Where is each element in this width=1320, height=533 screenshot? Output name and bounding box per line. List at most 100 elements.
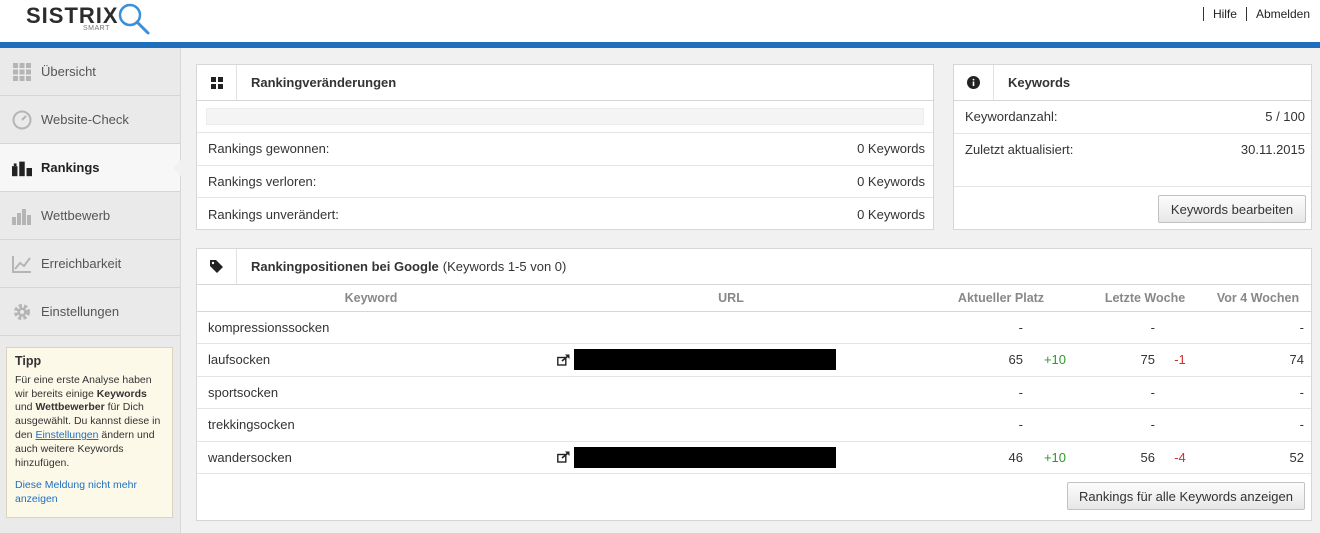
logout-link[interactable]: Abmelden bbox=[1256, 7, 1310, 21]
column-header-current-position[interactable]: Aktueller Platz bbox=[917, 285, 1085, 312]
four-weeks-cell: 52 bbox=[1205, 441, 1311, 474]
last-updated-row: Zuletzt aktualisiert: 30.11.2015 bbox=[965, 142, 1305, 158]
show-all-rankings-button[interactable]: Rankings für alle Keywords anzeigen bbox=[1067, 482, 1305, 510]
last-week-cell: - bbox=[1085, 376, 1155, 409]
table-row: sportsocken - - - bbox=[197, 376, 1311, 409]
current-position-cell: - bbox=[917, 408, 1025, 442]
last-week-cell: 56 bbox=[1085, 441, 1155, 474]
accent-bar bbox=[0, 42, 1320, 48]
panel-header: Keywords bbox=[954, 65, 1311, 101]
redacted-url[interactable] bbox=[574, 446, 836, 468]
sidebar-item-label: Einstellungen bbox=[41, 304, 120, 319]
sidebar: Übersicht Website-Check Rankings Wettbew… bbox=[0, 48, 181, 533]
logo-subtext: SMART bbox=[83, 25, 110, 32]
current-change-cell bbox=[1025, 311, 1085, 344]
panel-title: Rankingpositionen bei Google bbox=[251, 259, 439, 274]
last-week-cell: - bbox=[1085, 311, 1155, 344]
sidebar-item-label: Wettbewerb bbox=[41, 208, 111, 223]
settings-link[interactable]: Einstellungen bbox=[35, 429, 98, 441]
keyword-count-row: Keywordanzahl: 5 / 100 bbox=[954, 101, 1311, 134]
keyword-cell: sportsocken bbox=[197, 376, 545, 409]
dismiss-tip-link[interactable]: Diese Meldung nicht mehr anzeigen bbox=[15, 479, 164, 507]
sidebar-item-erreichbarkeit[interactable]: Erreichbarkeit bbox=[0, 240, 180, 288]
keyword-cell: kompressionssocken bbox=[197, 311, 545, 344]
bar-chart-icon bbox=[12, 206, 32, 226]
ranking-change-row: Rankings unverändert: 0 Keywords bbox=[208, 206, 925, 222]
rankings-table: Keyword URL Aktueller Platz Letzte Woche… bbox=[197, 285, 1311, 474]
tag-icon bbox=[197, 249, 237, 284]
table-row: kompressionssocken - - - bbox=[197, 311, 1311, 344]
url-cell bbox=[545, 343, 917, 377]
last-week-change-cell bbox=[1155, 311, 1205, 344]
ranking-changes-panel: Rankingveränderungen Rankings gewonnen: 0… bbox=[196, 64, 934, 230]
panel-header: Rankingpositionen bei Google (Keywords 1… bbox=[197, 249, 1311, 285]
sidebar-item-rankings[interactable]: Rankings bbox=[0, 144, 181, 192]
sidebar-item-label: Übersicht bbox=[41, 64, 96, 79]
rankings-icon bbox=[12, 158, 32, 178]
four-weeks-cell: - bbox=[1205, 376, 1311, 409]
gear-icon bbox=[12, 302, 32, 322]
current-position-cell: - bbox=[917, 311, 1025, 344]
current-position-cell: 46 bbox=[917, 441, 1025, 474]
ranking-change-row: Rankings verloren: 0 Keywords bbox=[197, 166, 933, 198]
gauge-icon bbox=[12, 110, 32, 130]
sidebar-item-einstellungen[interactable]: Einstellungen bbox=[0, 288, 180, 336]
sidebar-item-website-check[interactable]: Website-Check bbox=[0, 96, 180, 144]
four-weeks-cell: - bbox=[1205, 311, 1311, 344]
last-week-change-cell: -1 bbox=[1155, 343, 1205, 377]
panel-title: Rankingveränderungen bbox=[251, 75, 397, 90]
current-position-cell: 65 bbox=[917, 343, 1025, 377]
column-header-url[interactable]: URL bbox=[545, 285, 917, 312]
last-week-change-cell bbox=[1155, 408, 1205, 442]
current-change-cell: +10 bbox=[1025, 343, 1085, 377]
url-cell bbox=[545, 408, 917, 442]
ranking-positions-panel: Rankingpositionen bei Google (Keywords 1… bbox=[196, 248, 1312, 521]
keywords-panel: Keywords Keywordanzahl: 5 / 100 Zuletzt a… bbox=[953, 64, 1312, 230]
tip-text: Für eine erste Analyse haben wir bereits… bbox=[15, 373, 161, 469]
keyword-cell: trekkingsocken bbox=[197, 408, 545, 442]
table-row: laufsocken 65 +10 75 -1 74 bbox=[197, 343, 1311, 377]
sidebar-item-label: Erreichbarkeit bbox=[41, 256, 122, 271]
table-row: wandersocken 46 +10 56 -4 52 bbox=[197, 441, 1311, 474]
four-weeks-cell: 74 bbox=[1205, 343, 1311, 377]
line-chart-icon bbox=[12, 254, 32, 274]
last-week-cell: 75 bbox=[1085, 343, 1155, 377]
column-header-four-weeks-ago[interactable]: Vor 4 Wochen bbox=[1205, 285, 1311, 312]
sidebar-item-wettbewerb[interactable]: Wettbewerb bbox=[0, 192, 180, 240]
table-row: trekkingsocken - - - bbox=[197, 408, 1311, 442]
url-cell bbox=[545, 311, 917, 344]
tip-title: Tipp bbox=[15, 354, 42, 368]
url-cell bbox=[545, 441, 917, 474]
edit-keywords-button[interactable]: Keywords bearbeiten bbox=[1158, 195, 1306, 223]
last-week-cell: - bbox=[1085, 408, 1155, 442]
column-header-keyword[interactable]: Keyword bbox=[197, 285, 545, 312]
column-header-last-week[interactable]: Letzte Woche bbox=[1085, 285, 1205, 312]
info-icon bbox=[954, 65, 994, 100]
grid-icon bbox=[12, 62, 32, 82]
external-link-icon[interactable] bbox=[557, 451, 570, 463]
current-position-cell: - bbox=[917, 376, 1025, 409]
current-change-cell bbox=[1025, 408, 1085, 442]
dashboard-icon bbox=[197, 65, 237, 100]
progress-bar bbox=[206, 108, 924, 125]
tip-box: Tipp Für eine erste Analyse haben wir be… bbox=[6, 347, 173, 518]
panel-header: Rankingveränderungen bbox=[197, 65, 933, 101]
redacted-url[interactable] bbox=[574, 349, 836, 371]
panel-title: Keywords bbox=[1008, 75, 1071, 90]
top-header: SISTRIX SMART Hilfe Abmelden bbox=[0, 0, 1320, 42]
sidebar-item-label: Rankings bbox=[41, 160, 100, 175]
keyword-cell: wandersocken bbox=[197, 441, 545, 474]
current-change-cell bbox=[1025, 376, 1085, 409]
header-links: Hilfe Abmelden bbox=[1194, 7, 1310, 21]
keyword-cell: laufsocken bbox=[197, 343, 545, 377]
url-cell bbox=[545, 376, 917, 409]
help-link[interactable]: Hilfe bbox=[1213, 7, 1237, 21]
magnifier-logo-icon bbox=[118, 3, 150, 35]
external-link-icon[interactable] bbox=[557, 354, 570, 366]
panel-subtitle: (Keywords 1-5 von 0) bbox=[442, 259, 567, 274]
last-week-change-cell: -4 bbox=[1155, 441, 1205, 474]
divider bbox=[1202, 7, 1204, 21]
sidebar-item-uebersicht[interactable]: Übersicht bbox=[0, 48, 180, 96]
divider bbox=[1245, 7, 1247, 21]
ranking-change-row: Rankings gewonnen: 0 Keywords bbox=[197, 133, 933, 166]
